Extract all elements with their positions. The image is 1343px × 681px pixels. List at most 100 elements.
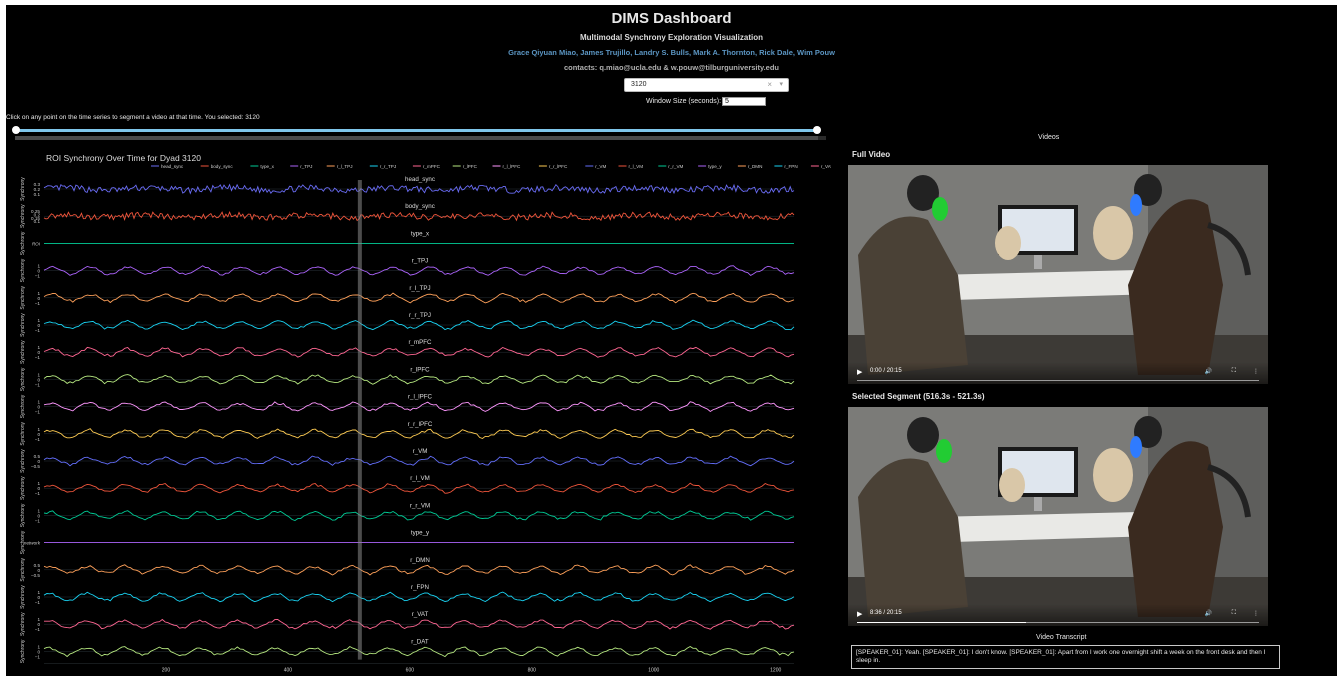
legend-label: r_DMN: [748, 164, 763, 169]
subplot-title: r_DMN: [410, 557, 430, 564]
y-axis-label: Synchrony: [20, 258, 26, 282]
synchrony-chart[interactable]: head_sync body_sync type_x r_TPJ r_l_TPJ r_r_…: [6, 145, 831, 673]
play-icon[interactable]: ▶: [857, 368, 862, 376]
fullscreen-icon[interactable]: ⛶: [1232, 368, 1236, 375]
subplot-title: r_l_VM: [410, 475, 430, 482]
y-tick-label: network: [24, 541, 41, 546]
videos-heading: Videos: [1038, 134, 1060, 141]
y-axis-label: Synchrony: [20, 340, 26, 364]
y-axis-label: Synchrony: [20, 530, 26, 554]
y-axis-label: Synchrony: [20, 639, 26, 663]
page-title: DIMS Dashboard: [611, 10, 732, 27]
y-tick-label: −0.5: [31, 573, 41, 578]
subplot-title: r_VM: [413, 448, 428, 455]
x-tick-label: 600: [406, 668, 415, 673]
mannequin-head: [999, 468, 1025, 502]
dyad-select-value: 3120: [631, 81, 647, 88]
mannequin-head: [1093, 448, 1133, 502]
legend-label: r_l_TPJ: [337, 164, 353, 169]
more-options-icon[interactable]: ⋮: [1253, 610, 1259, 617]
y-tick-label: −1: [35, 355, 41, 360]
y-axis-label: Synchrony: [20, 285, 26, 309]
y-tick-label: −1: [35, 654, 41, 659]
legend-label: r_VM: [595, 164, 606, 169]
full-video-player[interactable]: ▶ 0:00 / 20:15 🔊 ⛶ ⋮: [848, 165, 1268, 384]
dashboard-app: DIMS Dashboard Multimodal Synchrony Expl…: [6, 5, 1337, 676]
contacts-line: contacts: q.miao@ucla.edu & w.pouw@tilbu…: [563, 63, 780, 72]
y-axis-label: Synchrony: [20, 557, 26, 581]
face-mask-green: [932, 197, 948, 221]
monitor-stand: [1034, 497, 1042, 511]
y-axis-label: Synchrony: [20, 394, 26, 418]
transcript-box: [SPEAKER_01]: Yeah. [SPEAKER_01]: I don'…: [851, 645, 1280, 669]
video-controls: ▶ 0:00 / 20:15 🔊 ⛶ ⋮: [848, 362, 1268, 384]
y-tick-label: ROI: [32, 241, 41, 246]
chevron-down-icon[interactable]: ▾: [779, 80, 783, 88]
subplot-title: type_x: [411, 230, 430, 237]
y-axis-label: Synchrony: [20, 177, 26, 201]
segment-video-label: Selected Segment (516.3s - 521.3s): [852, 392, 985, 401]
time-range-slider[interactable]: [12, 126, 821, 134]
subplot-title: r_r_lPFC: [408, 421, 433, 428]
segment-video-player[interactable]: ▶ 8:36 / 20:15 🔊 ⛶ ⋮: [848, 407, 1268, 626]
legend-label: r_TPJ: [300, 164, 312, 169]
legend-label: r_l_lPFC: [503, 164, 522, 169]
dyad-select[interactable]: 3120 × ▾: [624, 78, 789, 92]
video-time: 8:36 / 20:15: [870, 610, 902, 616]
mannequin-head: [1093, 206, 1133, 260]
subplot-title: head_sync: [405, 176, 435, 183]
subplot-title: r_FPN: [411, 584, 429, 591]
y-tick-label: −1: [35, 627, 41, 632]
y-axis-label: Synchrony: [20, 585, 26, 609]
y-axis-label: Synchrony: [20, 367, 26, 391]
selected-time-marker: [357, 180, 362, 660]
y-axis-label: Synchrony: [20, 204, 26, 228]
play-icon[interactable]: ▶: [857, 610, 862, 618]
video-frame: [848, 407, 1268, 626]
x-tick-label: 1000: [648, 668, 659, 673]
face-mask-green: [936, 439, 952, 463]
x-range-scrollbar-thumb[interactable]: [15, 136, 818, 140]
y-axis-label: Synchrony: [20, 612, 26, 636]
subplot-title: r_TPJ: [412, 258, 429, 265]
y-tick-label: −1: [35, 301, 41, 306]
selection-instruction: Click on any point on the time series to…: [6, 114, 260, 121]
y-axis-label: Synchrony: [20, 313, 26, 337]
subplot-title: r_lPFC: [410, 366, 430, 373]
x-range-scrollbar[interactable]: [15, 136, 826, 140]
monitor-stand: [1034, 255, 1042, 269]
subplot-title: r_r_TPJ: [409, 312, 431, 319]
subplot-title: r_r_VM: [410, 502, 430, 509]
y-tick-label: 0.1: [34, 192, 41, 197]
full-video-label: Full Video: [852, 150, 891, 159]
volume-icon[interactable]: 🔊: [1205, 368, 1212, 375]
slider-handle-start[interactable]: [12, 126, 20, 134]
slider-handle-end[interactable]: [813, 126, 821, 134]
subplot-title: r_DAT: [411, 638, 429, 645]
video-frame: [848, 165, 1268, 384]
y-tick-label: −0.5: [31, 464, 41, 469]
transcript-heading: Video Transcript: [1036, 634, 1087, 641]
y-axis-label: Synchrony: [20, 421, 26, 445]
video-progress-bar[interactable]: [857, 621, 1259, 623]
legend-label: r_FPN: [784, 164, 797, 169]
y-tick-label: 0.1: [34, 219, 41, 224]
legend-label: r_r_VM: [668, 164, 683, 169]
legend-label: r_l_VM: [629, 164, 644, 169]
window-size-input[interactable]: 5: [722, 97, 766, 106]
subplot-title: body_sync: [405, 203, 435, 210]
y-tick-label: −1: [35, 382, 41, 387]
legend-label: r_r_lPFC: [549, 164, 568, 169]
subplot-title: type_y: [411, 530, 430, 537]
legend-label: r_r_TPJ: [380, 164, 396, 169]
chart-title: ROI Synchrony Over Time for Dyad 3120: [46, 153, 201, 163]
legend-label: body_sync: [211, 164, 234, 169]
y-tick-label: −1: [35, 518, 41, 523]
video-progress-bar[interactable]: [857, 379, 1259, 381]
more-options-icon[interactable]: ⋮: [1253, 368, 1259, 375]
volume-icon[interactable]: 🔊: [1205, 610, 1212, 617]
clear-icon[interactable]: ×: [767, 80, 772, 89]
fullscreen-icon[interactable]: ⛶: [1232, 610, 1236, 617]
y-tick-label: −1: [35, 274, 41, 279]
authors-line: Grace Qiyuan Miao, James Trujillo, Landr…: [508, 48, 835, 57]
